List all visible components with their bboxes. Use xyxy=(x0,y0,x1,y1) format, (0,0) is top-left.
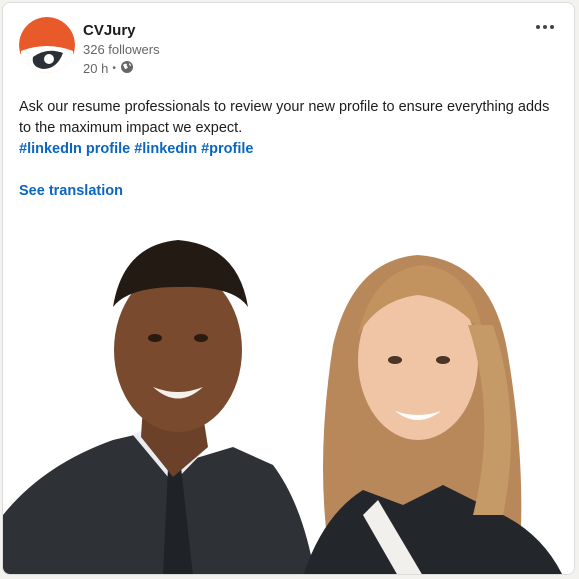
company-logo[interactable] xyxy=(19,17,75,73)
more-dot xyxy=(550,25,554,29)
post-card: CVJury 326 followers 20 h • Ask our resu… xyxy=(2,2,575,575)
more-dot xyxy=(536,25,540,29)
hashtag-profile[interactable]: #profile xyxy=(201,141,253,157)
separator-dot: • xyxy=(112,63,116,74)
post-text: Ask our resume professionals to review y… xyxy=(19,99,550,136)
globe-icon xyxy=(120,60,134,77)
follower-count: 326 followers xyxy=(83,42,160,57)
hashtag-list: #linkedIn profile #linkedin #profile xyxy=(19,139,564,160)
post-meta: 20 h • xyxy=(83,60,134,77)
more-dot xyxy=(543,25,547,29)
post-time: 20 h xyxy=(83,61,109,76)
hashtag-linkedin[interactable]: #linkedin xyxy=(134,141,197,157)
post-header: CVJury 326 followers 20 h • xyxy=(19,17,559,77)
more-options-icon[interactable] xyxy=(531,17,559,37)
author-name[interactable]: CVJury xyxy=(83,22,136,39)
post-image[interactable] xyxy=(3,215,574,574)
hashtag-linkedin-profile[interactable]: #linkedIn profile xyxy=(19,141,130,157)
post-body: Ask our resume professionals to review y… xyxy=(19,97,564,160)
see-translation-link[interactable]: See translation xyxy=(19,183,123,199)
